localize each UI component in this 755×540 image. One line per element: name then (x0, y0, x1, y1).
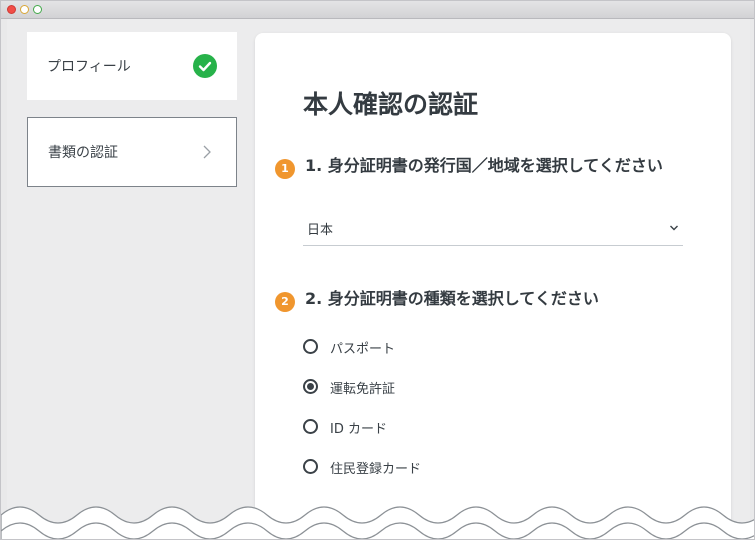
close-window-button[interactable] (7, 5, 16, 14)
radio-button[interactable] (303, 339, 318, 354)
step-title-issuing-country: 1. 身分証明書の発行国／地域を選択してください (305, 156, 663, 175)
step-title-document-type: 2. 身分証明書の種類を選択してください (305, 289, 599, 308)
radio-button[interactable] (303, 419, 318, 434)
chevron-right-icon (203, 145, 211, 159)
radio-option-label: 運転免許証 (330, 382, 396, 397)
check-circle-icon (193, 54, 217, 78)
radio-button[interactable] (303, 459, 318, 474)
zoom-window-button[interactable] (33, 5, 42, 14)
step-number-badge: 1 (275, 159, 295, 179)
title-bar (1, 1, 754, 19)
minimize-window-button[interactable] (20, 5, 29, 14)
verification-card: 本人確認の認証 1 1. 身分証明書の発行国／地域を選択してください 日本 2 … (255, 33, 731, 539)
page-title: 本人確認の認証 (303, 90, 479, 119)
sidebar-item-profile[interactable]: プロフィール (27, 32, 237, 100)
country-select[interactable]: 日本 (303, 216, 683, 246)
page-content: プロフィール 書類の認証 本人確認の認証 1 1. 身分証明書の発行国／地域を選… (7, 19, 750, 539)
sidebar-item-label: プロフィール (47, 59, 131, 75)
country-select-value: 日本 (307, 223, 334, 238)
app-window: プロフィール 書類の認証 本人確認の認証 1 1. 身分証明書の発行国／地域を選… (0, 0, 755, 540)
radio-button[interactable] (303, 379, 318, 394)
sidebar-item-document-verification[interactable]: 書類の認証 (27, 117, 237, 187)
step-number-badge: 2 (275, 292, 295, 312)
radio-option-label: パスポート (330, 342, 396, 357)
chevron-down-icon (670, 225, 678, 231)
radio-option-label: 住民登録カード (330, 462, 422, 477)
radio-option-label: ID カード (330, 422, 387, 437)
sidebar-item-label: 書類の認証 (48, 145, 118, 161)
torn-edge-decoration (1, 506, 754, 539)
